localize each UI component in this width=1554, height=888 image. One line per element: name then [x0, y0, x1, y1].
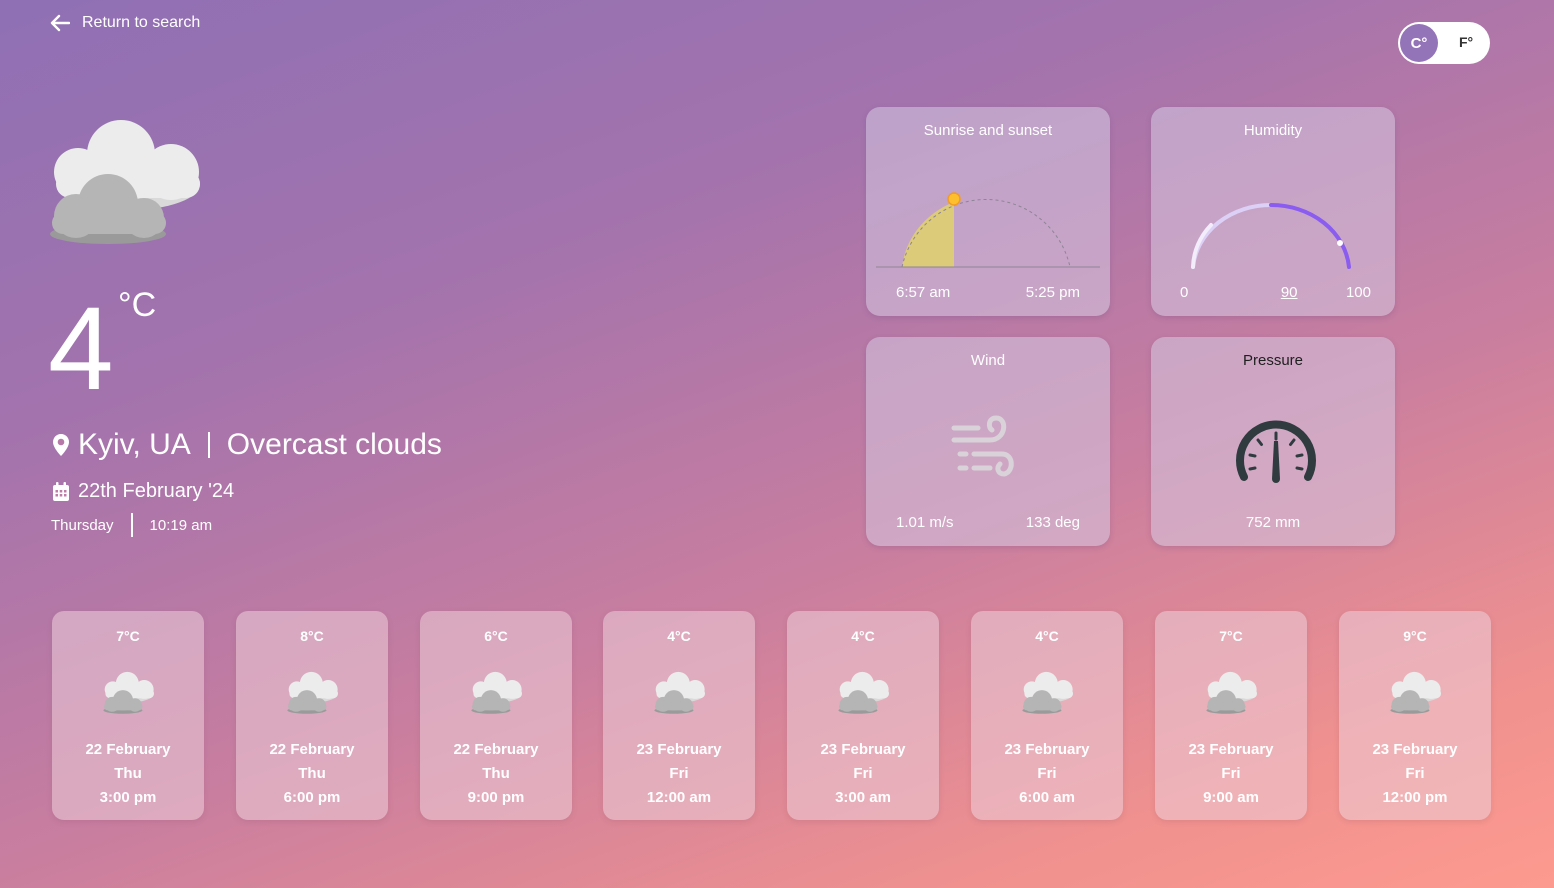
overcast-clouds-icon [471, 671, 522, 714]
weekday: Thursday [51, 516, 114, 534]
overcast-clouds-icon [654, 671, 705, 714]
current-date: 22th February '24 [78, 480, 235, 502]
forecast-temperature: 4°C [851, 628, 875, 644]
forecast-time: 12:00 pm [1382, 789, 1448, 806]
forecast-card: 4°C 23 February Fri 6:00 am [971, 611, 1123, 820]
overcast-clouds-icon [838, 671, 889, 714]
forecast-card: 7°C 23 February Fri 9:00 am [1155, 611, 1307, 820]
forecast-date: 23 February [1372, 741, 1458, 758]
forecast-time: 12:00 am [646, 789, 712, 806]
date-line: 22th February '24 [52, 480, 234, 503]
forecast-card: 8°C 22 February Thu 6:00 pm [236, 611, 388, 820]
forecast-weekday: Fri [1405, 765, 1425, 782]
card-title: Pressure [1242, 352, 1304, 369]
forecast-weekday: Fri [1037, 765, 1057, 782]
forecast-weekday: Fri [853, 765, 873, 782]
overcast-clouds-icon [1206, 671, 1257, 714]
location-line: Kyiv, UA Overcast clouds [52, 428, 442, 462]
return-to-search-label: Return to search [82, 14, 201, 31]
wind-speed: 1.01 m/s [896, 514, 954, 531]
forecast-weekday: Thu [114, 765, 142, 782]
forecast-temperature: 4°C [667, 628, 691, 644]
overcast-clouds-icon [1390, 671, 1441, 714]
forecast-card: 6°C 22 February Thu 9:00 pm [420, 611, 572, 820]
divider [130, 513, 133, 537]
humidity-card: Humidity 0 90 100 [1151, 107, 1395, 316]
forecast-time: 3:00 am [835, 789, 891, 806]
forecast-date: 23 February [636, 741, 722, 758]
forecast-time: 6:00 pm [283, 789, 341, 806]
calendar-icon [53, 481, 69, 501]
overcast-clouds-icon [287, 671, 338, 714]
overcast-clouds-icon [50, 120, 200, 244]
sunrise-sunset-card: Sunrise and sunset 6:57 am 5:25 pm [866, 107, 1110, 316]
forecast-weekday: Thu [298, 765, 326, 782]
wind-direction: 133 deg [1025, 514, 1080, 531]
overcast-clouds-icon [103, 671, 154, 714]
card-title: Wind [970, 352, 1006, 369]
divider [207, 432, 210, 458]
forecast-date: 22 February [85, 741, 171, 758]
forecast-temperature: 7°C [1219, 628, 1243, 644]
forecast-time: 6:00 am [1019, 789, 1075, 806]
arrow-left-icon [50, 14, 70, 32]
forecast-card: 4°C 23 February Fri 3:00 am [787, 611, 939, 820]
fahrenheit-option[interactable]: F° [1459, 34, 1473, 50]
wind-icon [951, 415, 1014, 477]
forecast-card: 4°C 23 February Fri 12:00 am [603, 611, 755, 820]
forecast-temperature: 7°C [116, 628, 140, 644]
forecast-temperature: 9°C [1403, 628, 1427, 644]
sun-arc-graphic [876, 192, 1100, 268]
card-title: Humidity [1243, 122, 1303, 139]
forecast-weekday: Thu [482, 765, 510, 782]
forecast-card: 9°C 23 February Fri 12:00 pm [1339, 611, 1491, 820]
forecast-temperature: 8°C [300, 628, 324, 644]
temperature-unit-toggle[interactable]: C° F° [1398, 22, 1490, 64]
humidity-max: 100 [1345, 284, 1371, 301]
humidity-gauge [1191, 202, 1351, 269]
forecast-date: 23 February [1004, 741, 1090, 758]
current-temperature: 4 [48, 283, 114, 415]
humidity-indicator [1337, 240, 1343, 246]
forecast-date: 22 February [453, 741, 539, 758]
forecast-time: 3:00 pm [99, 789, 157, 806]
pressure-card: Pressure 752 mm [1151, 337, 1395, 546]
forecast-card: 7°C 22 February Thu 3:00 pm [52, 611, 204, 820]
weather-description: Overcast clouds [226, 428, 442, 461]
location-pin-icon [53, 434, 69, 456]
humidity-value: 90 [1280, 284, 1298, 301]
time-line: Thursday 10:19 am [51, 513, 212, 537]
location-name: Kyiv, UA [78, 428, 191, 461]
forecast-date: 22 February [269, 741, 355, 758]
sun-position-icon [947, 192, 961, 206]
overcast-clouds-icon [1022, 671, 1073, 714]
forecast-temperature: 6°C [484, 628, 508, 644]
pressure-gauge-icon [1236, 420, 1316, 483]
celsius-option[interactable]: C° [1400, 24, 1438, 62]
forecast-date: 23 February [820, 741, 906, 758]
pressure-value: 752 mm [1245, 514, 1301, 531]
forecast-weekday: Fri [669, 765, 689, 782]
forecast-time: 9:00 pm [467, 789, 525, 806]
current-time: 10:19 am [149, 516, 213, 534]
forecast-time: 9:00 am [1203, 789, 1259, 806]
humidity-min: 0 [1180, 284, 1189, 301]
sunrise-time: 6:57 am [896, 284, 951, 301]
forecast-weekday: Fri [1221, 765, 1241, 782]
sunset-time: 5:25 pm [1025, 284, 1080, 301]
wind-card: Wind 1.01 m/s 133 deg [866, 337, 1110, 546]
forecast-date: 23 February [1188, 741, 1274, 758]
return-to-search-link[interactable]: Return to search [50, 12, 200, 34]
temperature-unit: °C [118, 286, 157, 324]
card-title: Sunrise and sunset [923, 122, 1053, 139]
forecast-temperature: 4°C [1035, 628, 1059, 644]
